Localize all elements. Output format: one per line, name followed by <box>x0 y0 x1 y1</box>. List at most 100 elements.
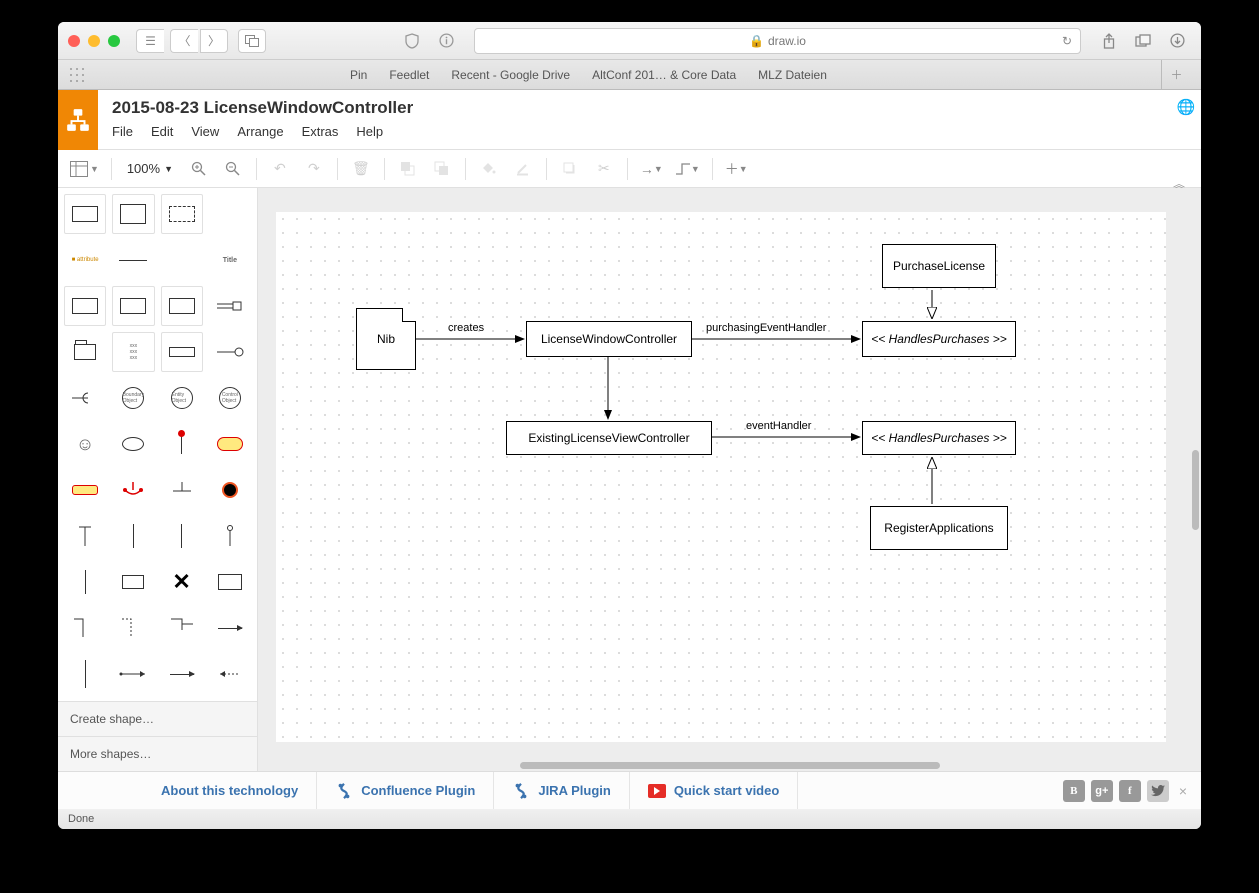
shape-thumb[interactable] <box>209 424 251 464</box>
shape-thumb[interactable] <box>161 240 203 280</box>
edge-label-peh[interactable]: purchasingEventHandler <box>706 322 826 334</box>
reload-button[interactable]: ↻ <box>1062 34 1072 48</box>
twitter-button[interactable] <box>1147 780 1169 802</box>
shape-thumb[interactable] <box>209 654 251 694</box>
undo-button[interactable]: ↶ <box>265 155 295 183</box>
new-tab-button[interactable]: ＋ <box>1161 60 1191 89</box>
shape-thumb[interactable] <box>64 562 106 602</box>
share-button[interactable] <box>1095 29 1123 53</box>
to-front-button[interactable] <box>393 155 423 183</box>
shape-thumb[interactable] <box>112 470 154 510</box>
shape-thumb[interactable]: BoundaryObject <box>112 378 154 418</box>
address-bar[interactable]: 🔒 draw.io ↻ <box>474 28 1081 54</box>
minimize-window-button[interactable] <box>88 35 100 47</box>
shape-thumb[interactable] <box>161 286 203 326</box>
shape-thumb[interactable]: Entity Object <box>161 378 203 418</box>
shape-thumb[interactable]: ■ attribute <box>64 240 106 280</box>
node-elvc[interactable]: ExistingLicenseViewController <box>506 421 712 455</box>
connection-button[interactable]: → ▼ <box>636 155 667 183</box>
shape-thumb[interactable]: ☺ <box>64 424 106 464</box>
shape-thumb[interactable] <box>64 654 106 694</box>
apps-grid-icon[interactable] <box>68 66 86 84</box>
diagram-page[interactable]: Nib creates LicenseWindowController purc… <box>276 212 1166 742</box>
document-title[interactable]: 2015-08-23 LicenseWindowController <box>112 98 1157 118</box>
menu-help[interactable]: Help <box>356 124 383 139</box>
footer-close-button[interactable]: × <box>1175 783 1191 799</box>
edge-label-creates[interactable]: creates <box>448 322 484 334</box>
node-nib[interactable]: Nib <box>356 308 416 370</box>
zoom-in-button[interactable] <box>184 155 214 183</box>
node-lwc[interactable]: LicenseWindowController <box>526 321 692 357</box>
language-button[interactable]: 🌐 <box>1171 90 1201 116</box>
shape-thumb[interactable] <box>112 194 154 234</box>
shapes-list[interactable]: ■ attribute Title xxxxxxxxx BoundaryObje… <box>58 188 257 701</box>
view-mode-button[interactable]: ▼ <box>66 155 103 183</box>
shape-thumb[interactable] <box>209 332 251 372</box>
node-pl[interactable]: PurchaseLicense <box>882 244 996 288</box>
shape-thumb[interactable] <box>64 378 106 418</box>
to-back-button[interactable] <box>427 155 457 183</box>
menu-view[interactable]: View <box>191 124 219 139</box>
canvas[interactable]: ⋮ <box>258 188 1201 771</box>
shape-thumb[interactable] <box>209 516 251 556</box>
close-window-button[interactable] <box>68 35 80 47</box>
shape-thumb[interactable] <box>64 608 106 648</box>
node-hp2[interactable]: << HandlesPurchases >> <box>862 421 1016 455</box>
video-link[interactable]: Quick start video <box>630 772 798 809</box>
shape-thumb[interactable] <box>209 470 251 510</box>
shape-thumb[interactable] <box>112 700 154 701</box>
shape-thumb[interactable] <box>209 608 251 648</box>
waypoint-button[interactable]: ▼ <box>671 155 704 183</box>
shape-thumb[interactable] <box>161 516 203 556</box>
menu-extras[interactable]: Extras <box>302 124 339 139</box>
bookmark-item[interactable]: Pin <box>350 68 367 82</box>
shape-thumb[interactable] <box>112 562 154 602</box>
bookmark-item[interactable]: Recent - Google Drive <box>451 68 570 82</box>
about-link[interactable]: About this technology <box>143 772 317 809</box>
vertical-scrollbar[interactable] <box>1192 450 1199 530</box>
zoom-out-button[interactable] <box>218 155 248 183</box>
menu-arrange[interactable]: Arrange <box>237 124 283 139</box>
shape-thumb[interactable] <box>112 286 154 326</box>
shape-thumb[interactable]: Title <box>209 240 251 280</box>
shape-thumb[interactable]: ControlObject <box>209 378 251 418</box>
googleplus-button[interactable]: g+ <box>1091 780 1113 802</box>
bookmark-item[interactable]: MLZ Dateien <box>758 68 827 82</box>
insert-button[interactable]: ＋ ▼ <box>721 155 752 183</box>
shape-thumb[interactable] <box>64 194 106 234</box>
menu-file[interactable]: File <box>112 124 133 139</box>
create-shape-link[interactable]: Create shape… <box>58 701 257 736</box>
maximize-window-button[interactable] <box>108 35 120 47</box>
bookmark-item[interactable]: AltConf 201… & Core Data <box>592 68 736 82</box>
shape-thumb[interactable] <box>161 608 203 648</box>
shape-thumb[interactable]: ✕ <box>161 562 203 602</box>
shape-thumb[interactable] <box>64 332 106 372</box>
shape-thumb[interactable] <box>161 194 203 234</box>
facebook-button[interactable]: f <box>1119 780 1141 802</box>
zoom-level[interactable]: 100% ▼ <box>120 155 180 183</box>
more-shapes-link[interactable]: More shapes… <box>58 736 257 771</box>
redo-button[interactable]: ↷ <box>299 155 329 183</box>
shape-thumb[interactable] <box>64 516 106 556</box>
shape-thumb[interactable] <box>209 194 251 234</box>
sidebar-toggle-button[interactable]: ☰ <box>136 29 164 53</box>
fill-color-button[interactable] <box>474 155 504 183</box>
downloads-button[interactable] <box>1163 29 1191 53</box>
edge-label-eh[interactable]: eventHandler <box>746 420 811 432</box>
shape-thumb[interactable] <box>209 286 251 326</box>
shape-thumb[interactable] <box>161 424 203 464</box>
forward-button[interactable]: 〉 <box>200 29 228 53</box>
shape-thumb[interactable] <box>161 332 203 372</box>
shape-thumb[interactable] <box>161 654 203 694</box>
shape-thumb[interactable] <box>112 654 154 694</box>
info-icon[interactable] <box>432 29 460 53</box>
shape-thumb[interactable] <box>64 286 106 326</box>
node-ra[interactable]: RegisterApplications <box>870 506 1008 550</box>
node-hp1[interactable]: << HandlesPurchases >> <box>862 321 1016 357</box>
bookmark-item[interactable]: Feedlet <box>389 68 429 82</box>
shape-thumb[interactable] <box>161 700 203 701</box>
shape-thumb[interactable] <box>112 608 154 648</box>
tab-overview-button[interactable] <box>238 29 266 53</box>
shape-thumb[interactable] <box>209 700 251 701</box>
delete-button[interactable]: 🗑 <box>346 155 376 183</box>
